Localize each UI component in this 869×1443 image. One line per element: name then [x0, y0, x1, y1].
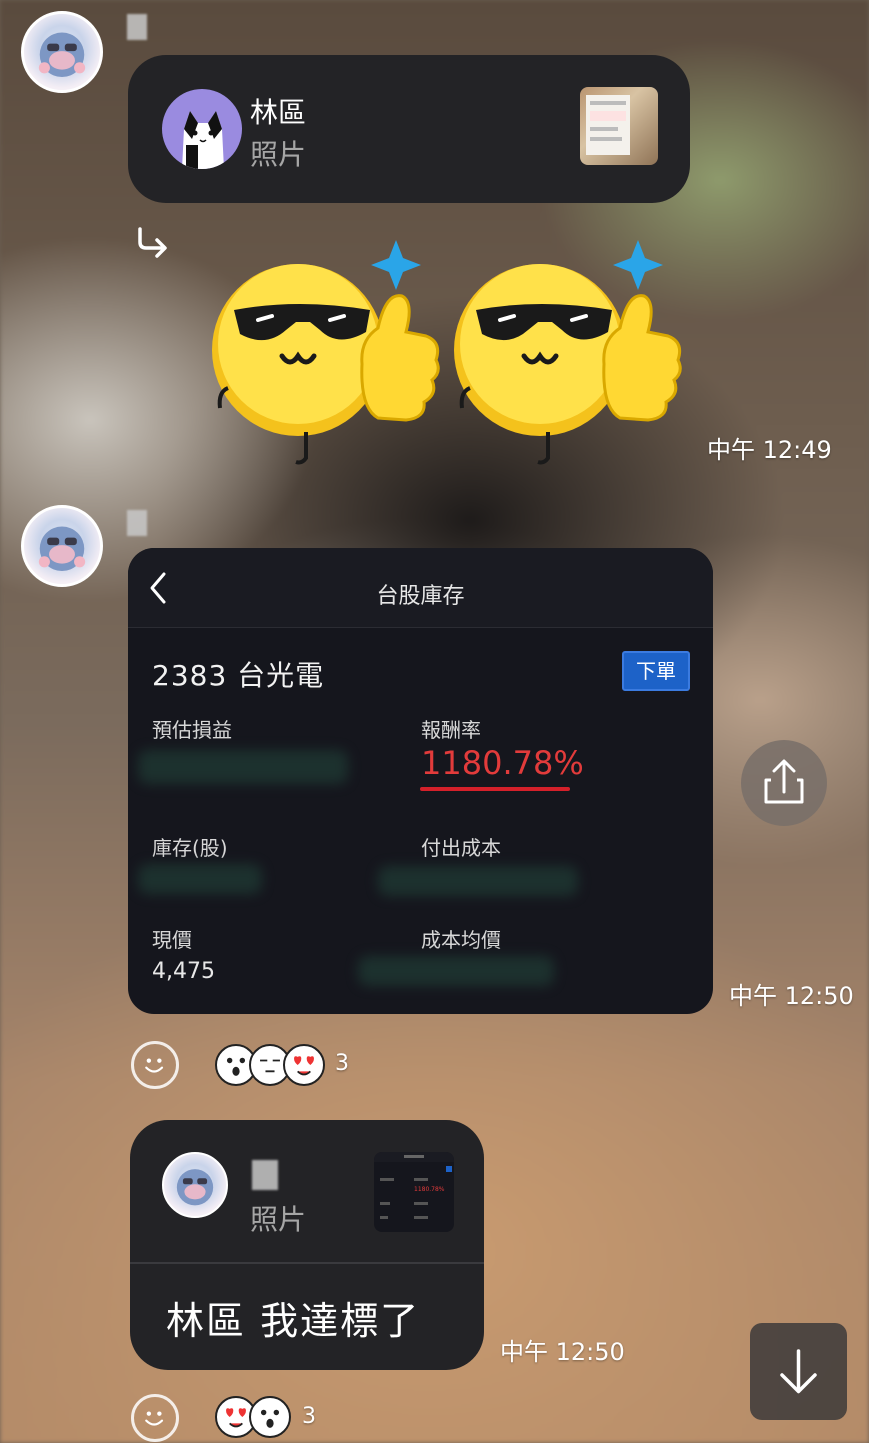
avatar-illustration — [38, 526, 86, 572]
sender-name-redacted — [127, 510, 147, 536]
est-pnl-label: 預估損益 — [152, 718, 232, 742]
sender-avatar[interactable] — [21, 505, 103, 587]
holdings-label: 庫存(股) — [152, 836, 228, 860]
scroll-to-bottom-button[interactable] — [750, 1323, 847, 1420]
replied-user-avatar — [162, 89, 242, 169]
holdings-value-blurred — [138, 864, 262, 894]
paid-cost-label: 付出成本 — [421, 836, 501, 860]
sparkle-icon — [371, 240, 421, 290]
replied-photo-thumbnail: 1180.78% — [374, 1152, 454, 1232]
avg-cost-label: 成本均價 — [421, 928, 501, 952]
add-reaction-button[interactable] — [131, 1041, 179, 1089]
share-button[interactable] — [741, 740, 827, 826]
stock-holdings-screenshot[interactable]: 台股庫存 2383 台光電 下單 預估損益 報酬率 1180.78% 庫存(股)… — [128, 548, 713, 1014]
reaction-count: 3 — [302, 1404, 316, 1429]
paid-cost-value-blurred — [378, 866, 578, 896]
stock-name: 2383 台光電 — [152, 659, 325, 692]
cat-avatar-icon — [182, 111, 224, 169]
smile-icon — [145, 1411, 164, 1426]
return-rate-label: 報酬率 — [421, 718, 481, 742]
reaction-count: 3 — [335, 1051, 349, 1076]
sender-avatar[interactable] — [21, 11, 103, 93]
replied-message-type: 照片 — [250, 1203, 307, 1236]
sparkle-icon — [613, 240, 663, 290]
avatar-illustration — [38, 32, 86, 78]
order-button: 下單 — [622, 651, 690, 691]
replied-user-avatar — [162, 1152, 228, 1218]
message-timestamp: 中午 12:50 — [729, 982, 854, 1010]
price-value: 4,475 — [152, 959, 215, 984]
avg-cost-value-blurred — [358, 956, 554, 986]
return-underline — [420, 787, 570, 791]
replied-photo-thumbnail — [580, 87, 658, 165]
share-icon — [764, 759, 804, 804]
message-timestamp: 中午 12:50 — [500, 1338, 625, 1366]
reaction-shocked-face-icon — [249, 1396, 291, 1438]
avatar-illustration — [176, 1169, 214, 1206]
price-label: 現價 — [152, 928, 192, 952]
message-timestamp: 中午 12:49 — [707, 436, 832, 464]
bubble-divider — [130, 1262, 484, 1264]
smile-icon — [145, 1058, 164, 1073]
reply-message-bubble[interactable]: 照片 1180.78% 林區 我達標了 — [130, 1120, 484, 1370]
replied-user-name: 林區 — [250, 96, 307, 129]
return-rate-value: 1180.78% — [421, 744, 584, 782]
cool-emoji-sticker[interactable] — [210, 232, 450, 472]
thumbnail-return-value: 1180.78% — [414, 1186, 445, 1193]
message-text: 林區 我達標了 — [166, 1299, 421, 1343]
replied-user-name-redacted — [252, 1160, 278, 1190]
reply-arrow-icon — [138, 227, 167, 258]
arrow-down-icon — [780, 1349, 817, 1394]
replied-message-type: 照片 — [250, 138, 307, 171]
stock-page-title: 台股庫存 — [376, 584, 465, 609]
est-pnl-value-blurred — [138, 750, 348, 784]
reaction-heart-eyes-icon — [283, 1044, 325, 1086]
cool-emoji-sticker[interactable] — [452, 232, 692, 472]
add-reaction-button[interactable] — [131, 1394, 179, 1442]
sender-name-redacted — [127, 14, 147, 40]
reply-preview-card[interactable]: 林區 照片 — [128, 55, 690, 203]
stock-header: 台股庫存 — [128, 548, 713, 628]
